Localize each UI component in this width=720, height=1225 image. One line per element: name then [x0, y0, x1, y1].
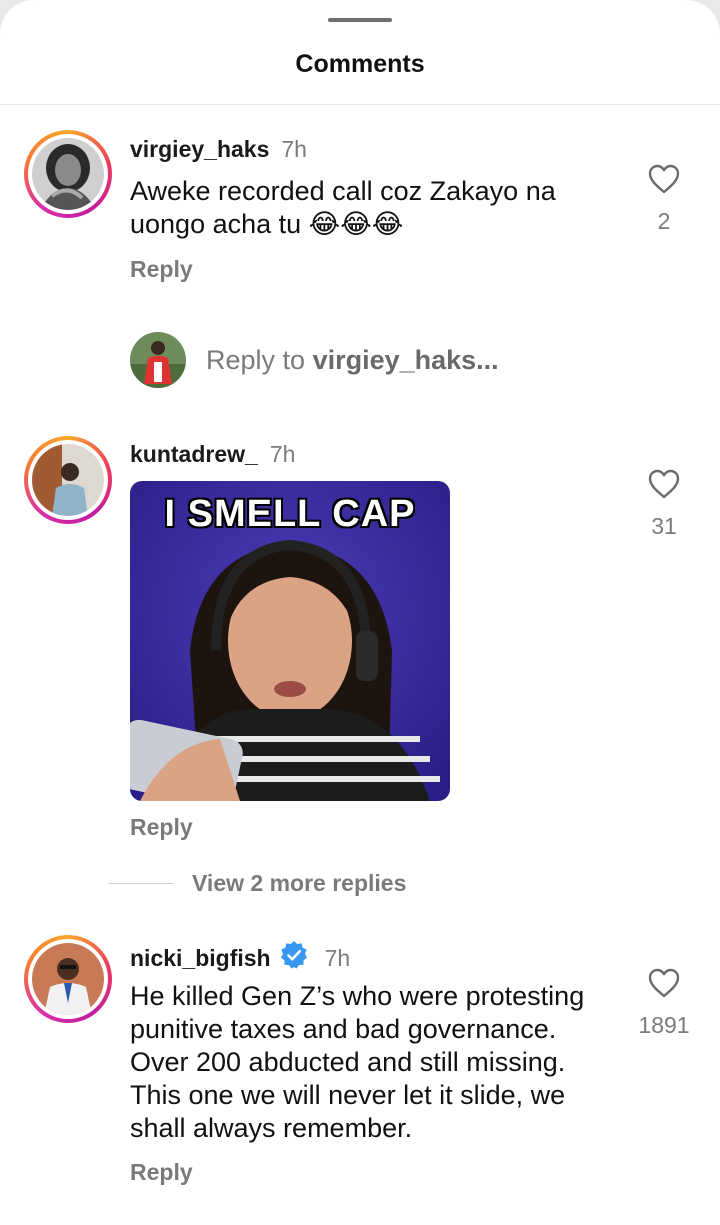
thread-line: [108, 883, 174, 884]
like-button[interactable]: [640, 468, 688, 500]
reply-prompt[interactable]: Reply to virgiey_haks...: [130, 332, 499, 388]
sheet-title: Comments: [295, 50, 425, 78]
like-count: 31: [651, 513, 677, 539]
avatar-story-ring[interactable]: [24, 130, 112, 218]
like-button[interactable]: [640, 967, 688, 999]
heart-outline-icon: [648, 164, 680, 194]
comment-text: He killed Gen Z’s who were protesting pu…: [130, 981, 585, 1143]
verified-badge-icon: [279, 940, 309, 976]
comment-text: Aweke recorded call coz Zakayo na uongo …: [130, 176, 556, 239]
avatar-story-ring[interactable]: [24, 935, 112, 1023]
reply-target-username: virgiey_haks...: [312, 344, 499, 375]
gif-caption: I SMELL CAP: [164, 493, 416, 535]
avatar[interactable]: [32, 444, 104, 516]
reply-prefix: Reply to: [206, 344, 313, 375]
comment-username[interactable]: kuntadrew_: [130, 441, 258, 468]
avatar[interactable]: [32, 943, 104, 1015]
view-more-replies[interactable]: View 2 more replies: [108, 870, 406, 897]
reply-button[interactable]: Reply: [130, 1159, 193, 1186]
comment-time: 7h: [324, 944, 351, 971]
comment-username[interactable]: nicki_bigfish: [130, 945, 271, 972]
current-user-avatar: [130, 332, 186, 388]
comments-sheet: Comments virgiey_haks 7h Aweke recorded …: [0, 0, 720, 1225]
reply-button[interactable]: Reply: [130, 814, 193, 841]
like-count: 2: [657, 208, 671, 234]
comment-time: 7h: [269, 441, 296, 467]
like-count: 1891: [638, 1012, 690, 1038]
reply-button[interactable]: Reply: [130, 256, 193, 283]
heart-outline-icon: [648, 968, 680, 998]
comment-username[interactable]: virgiey_haks: [130, 136, 269, 163]
header-divider: [0, 104, 720, 105]
heart-outline-icon: [648, 469, 680, 499]
reply-input[interactable]: Reply to virgiey_haks...: [206, 345, 499, 376]
avatar[interactable]: [32, 138, 104, 210]
avatar-story-ring[interactable]: [24, 436, 112, 524]
drag-handle[interactable]: [328, 18, 392, 22]
gif-attachment[interactable]: I SMELL CAP: [130, 481, 450, 801]
comment-time: 7h: [281, 136, 307, 162]
like-button[interactable]: [640, 163, 688, 195]
view-more-label: View 2 more replies: [192, 870, 407, 896]
